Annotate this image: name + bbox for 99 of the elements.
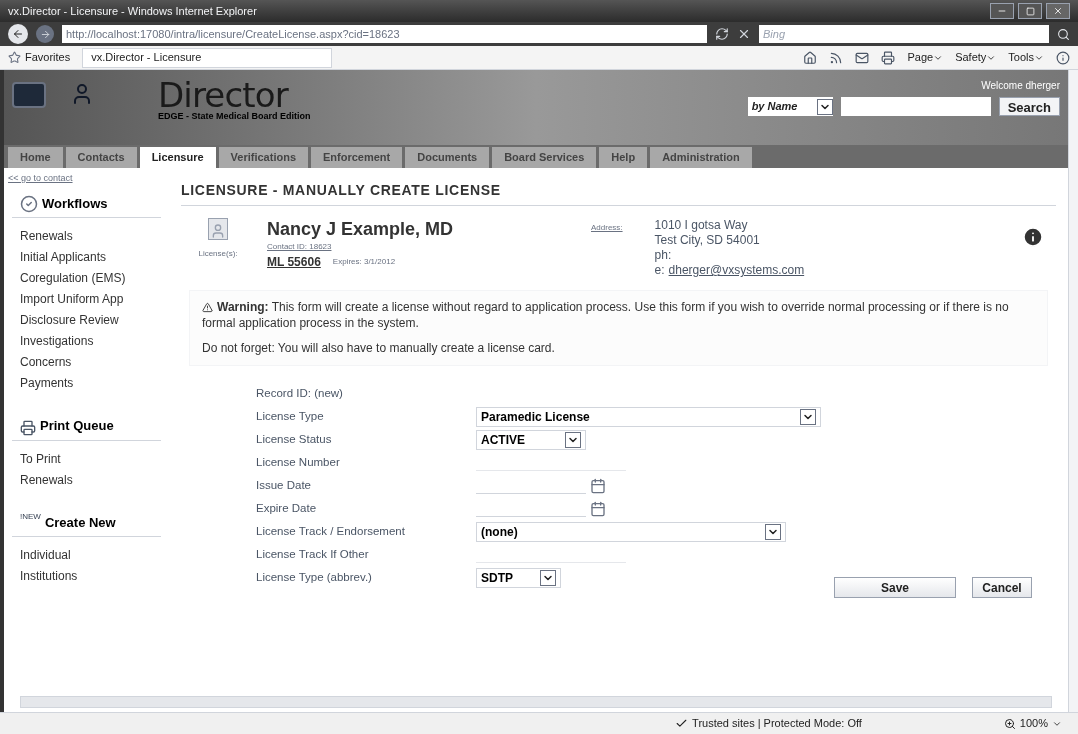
calendar-icon[interactable] <box>590 500 606 517</box>
expires-text: Expires: 3/1/2012 <box>332 255 396 268</box>
window-title: vx.Director - Licensure - Windows Internet Explorer <box>8 3 257 19</box>
email-prefix: e: <box>654 263 665 278</box>
back-button[interactable] <box>8 24 28 44</box>
section-title: Workflows <box>42 194 108 213</box>
license-select[interactable]: (none) <box>476 521 786 542</box>
sidebar-item[interactable]: Import Uniform App <box>8 289 165 310</box>
star-icon <box>8 51 21 64</box>
welcome-text: Welcome dherger <box>981 79 1060 93</box>
license-link[interactable]: ML 55606 <box>267 252 321 271</box>
command-menu[interactable]: Safety <box>955 49 997 66</box>
close-icon <box>1053 6 1063 16</box>
form-button[interactable]: Cancel <box>972 577 1032 598</box>
search-button[interactable]: Search <box>998 97 1060 116</box>
license-select[interactable]: ACTIVE <box>476 429 586 450</box>
field-label: License Track / Endorsement <box>256 523 406 539</box>
command-menu[interactable]: Tools <box>1008 49 1044 66</box>
address-line: ph: <box>654 248 673 263</box>
mail-icon[interactable] <box>855 50 870 65</box>
logo-icon <box>12 82 46 108</box>
sidebar-item[interactable]: Investigations <box>8 331 165 352</box>
nav-tab[interactable]: Home <box>8 147 63 168</box>
contact-id-link[interactable]: Contact ID: 18623 <box>267 240 567 253</box>
home-icon[interactable] <box>803 50 818 65</box>
sidebar-item[interactable]: Disclosure Review <box>8 310 165 331</box>
address-label[interactable]: Address: <box>591 222 623 234</box>
favorites-button[interactable]: Favorites <box>8 49 71 66</box>
nav-tab[interactable]: Board Services <box>492 147 597 168</box>
warning-text: Warning: This form will create a license without regard to application process. Use this form if you wish to override normal processing or if there is no formal application process in the system. <box>202 299 1010 331</box>
sidebar-item[interactable]: Coregulation (EMS) <box>8 268 165 289</box>
new-label: !NEW <box>20 512 41 521</box>
field-label: License Status <box>256 431 333 447</box>
info-icon[interactable] <box>1022 226 1044 248</box>
field-label: Issue Date <box>256 477 312 493</box>
license-select[interactable]: SDTP <box>476 567 561 588</box>
close-button[interactable] <box>1046 3 1070 19</box>
check-icon <box>675 717 689 730</box>
address-field[interactable]: http://localhost:17080/intra/licensure/CreateLicense.aspx?cid=18623 <box>62 25 707 43</box>
sidebar-item[interactable]: Renewals <box>8 469 165 491</box>
search-input[interactable] <box>840 97 991 116</box>
nav-tab[interactable]: Licensure <box>139 147 216 168</box>
form-button[interactable]: Save <box>834 577 956 598</box>
nav-tab[interactable]: Verifications <box>218 147 308 168</box>
field-label: Record ID: (new) <box>256 385 344 401</box>
sidebar-item[interactable]: Initial Applicants <box>8 247 165 268</box>
section-title: Print Queue <box>40 417 114 435</box>
forward-arrow-icon <box>39 28 51 40</box>
zoom-icon <box>1003 717 1016 730</box>
minimize-button[interactable] <box>990 3 1014 19</box>
back-link[interactable]: << go to contact <box>8 172 165 186</box>
refresh-icon[interactable] <box>715 27 729 41</box>
address-line: Test City, SD 54001 <box>654 233 761 248</box>
field-label: Expire Date <box>256 500 318 516</box>
feed-icon[interactable] <box>829 50 844 65</box>
sidebar-item[interactable]: Renewals <box>8 226 165 247</box>
nav-tab[interactable]: Enforcement <box>311 147 403 168</box>
search-icon[interactable] <box>1057 27 1070 41</box>
back-arrow-icon <box>12 28 24 40</box>
field-label: License Type (abbrev.) <box>256 569 373 585</box>
warning-note: Do not forget: You will also have to manually create a license card. <box>202 340 556 357</box>
sidebar-item[interactable]: Individual <box>8 545 165 566</box>
check-circle-icon <box>20 195 38 213</box>
field-label: License Track If Other <box>256 546 370 562</box>
printer-icon[interactable] <box>881 50 896 65</box>
sidebar-item[interactable]: Payments <box>8 373 165 394</box>
email-link[interactable]: dherger@vxsystems.com <box>668 263 805 278</box>
printer-icon <box>20 419 36 436</box>
field-label: License Number <box>256 454 341 470</box>
horizontal-scrollbar[interactable] <box>20 696 1052 708</box>
vertical-scrollbar[interactable] <box>1068 70 1078 712</box>
search-mode-select[interactable]: by Name <box>747 97 833 116</box>
browser-tab[interactable]: vx.Director - Licensure <box>82 47 333 68</box>
status-text: Trusted sites | Protected Mode: Off <box>692 716 862 732</box>
sidebar-item[interactable]: Institutions <box>8 566 165 587</box>
maximize-icon <box>1025 6 1035 16</box>
nav-tab[interactable]: Help <box>599 147 648 168</box>
address-line: 1010 I gotsa Way <box>654 218 749 233</box>
nav-tab[interactable]: Contacts <box>65 147 137 168</box>
app-name: Director <box>158 78 289 112</box>
sidebar-item[interactable]: To Print <box>8 448 165 470</box>
forward-button[interactable] <box>36 25 54 43</box>
edition-text: EDGE - State Medical Board Edition <box>158 112 311 121</box>
warning-icon <box>202 302 213 314</box>
calendar-icon[interactable] <box>590 477 606 494</box>
maximize-button[interactable] <box>1018 3 1042 19</box>
nav-tab[interactable]: Documents <box>405 147 490 168</box>
sidebar-item[interactable]: Concerns <box>8 352 165 373</box>
contact-name: Nancy J Example, MD <box>267 218 455 241</box>
section-title: Create New <box>44 513 116 532</box>
zoom-button[interactable]: 100% <box>1003 715 1062 732</box>
nav-tab[interactable]: Administration <box>650 147 752 168</box>
license-select[interactable]: Paramedic License <box>476 406 821 427</box>
help-icon[interactable] <box>1056 50 1070 65</box>
stop-icon[interactable] <box>737 27 751 41</box>
field-label: License Type <box>256 408 325 424</box>
licenses-label: License(s): <box>198 248 238 260</box>
command-menu[interactable]: Page <box>907 49 944 66</box>
page-title: LICENSURE - MANUALLY CREATE LICENSE <box>181 172 1056 206</box>
